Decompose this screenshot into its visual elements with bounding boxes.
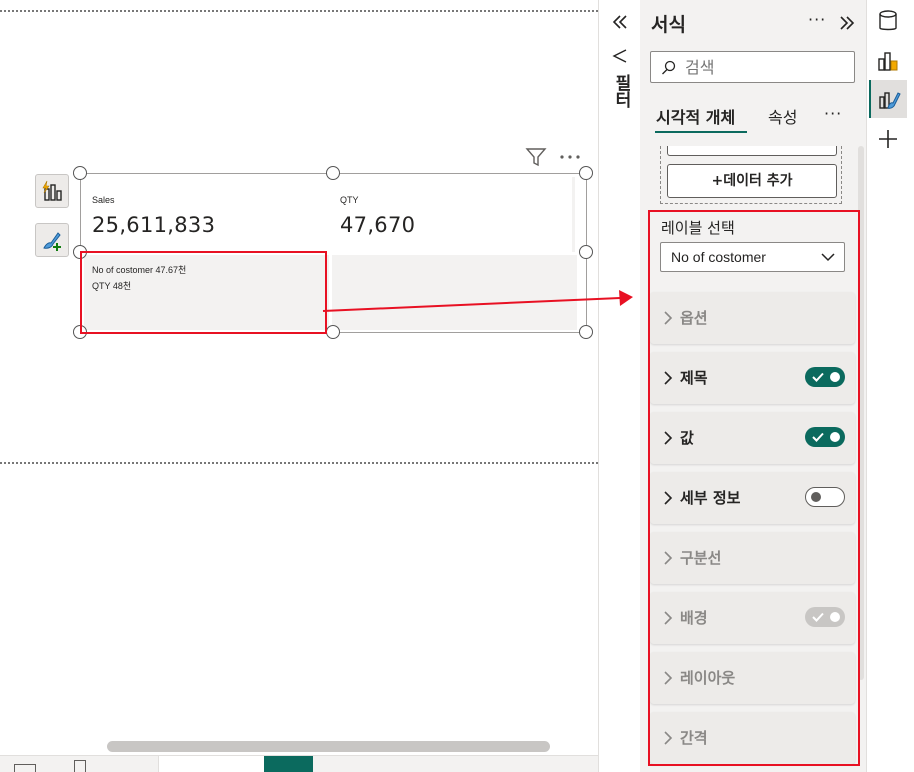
page-boundary-bottom [0,462,598,464]
build-visual-icon [878,52,898,71]
search-box[interactable] [650,51,855,83]
tab-visual[interactable]: 시각적 개체 [656,104,735,128]
resize-handle[interactable] [579,325,593,339]
card-value: 47,670 [340,213,416,237]
annotation-highlight-details [80,251,327,334]
page-boundary-top [0,10,598,12]
search-icon [662,60,676,75]
pane-more-options[interactable]: ··· [808,10,826,29]
format-painter-button[interactable] [35,223,69,257]
smart-narrative-chart-icon [42,180,62,201]
filter-pane-label: 필터 [611,74,631,108]
page-tabs-bar [0,755,600,772]
data-fields-well: +데이터 추가 [660,146,842,204]
plus-icon [879,130,897,148]
pane-title: 서식 [651,14,686,36]
screen: Sales 25,611,833 QTY 47,670 No of costom… [0,0,914,772]
resize-handle[interactable] [73,166,87,180]
resize-handle[interactable] [579,245,593,259]
search-input[interactable] [685,56,845,78]
smart-narrative-button[interactable] [35,174,69,208]
filter-funnel-icon [612,49,627,63]
filter-icon[interactable] [525,147,547,167]
field-chip[interactable] [667,146,837,156]
report-canvas[interactable]: Sales 25,611,833 QTY 47,670 No of costom… [0,0,600,772]
annotation-highlight-settings [648,210,860,766]
tab-selected-indicator [655,131,747,133]
tab-general[interactable]: 속성 [768,104,797,128]
card-qty[interactable]: QTY 47,670 [332,177,575,252]
card-value: 25,611,833 [92,213,216,237]
more-options-icon[interactable] [558,150,582,164]
format-visual-icon [879,92,901,109]
page-tab[interactable] [158,756,264,772]
format-visual-button[interactable] [869,80,907,118]
card-label: QTY [340,195,359,205]
resize-handle[interactable] [579,166,593,180]
card-empty [332,255,577,330]
tabs-more-options[interactable]: ··· [824,104,842,123]
build-visual-button[interactable] [869,42,907,80]
add-page-button[interactable] [264,756,313,772]
canvas-horizontal-scrollbar[interactable] [107,741,550,752]
add-data-button[interactable]: +데이터 추가 [667,164,837,198]
add-pane-button[interactable] [869,120,907,158]
data-pane-button[interactable] [869,2,907,40]
card-sales[interactable]: Sales 25,611,833 [84,177,329,252]
double-chevron-right-icon[interactable] [838,14,856,32]
pane-switcher-rail [866,0,914,772]
resize-handle[interactable] [326,166,340,180]
data-cylinder-icon [879,10,897,31]
card-label: Sales [92,195,115,205]
format-brush-plus-icon [43,232,61,251]
page-view-icon[interactable] [14,764,36,772]
resize-handle[interactable] [326,325,340,339]
mobile-view-icon[interactable] [74,760,86,772]
double-chevron-left-icon[interactable] [611,13,629,31]
filter-pane-collapsed[interactable]: 필터 [598,0,640,772]
